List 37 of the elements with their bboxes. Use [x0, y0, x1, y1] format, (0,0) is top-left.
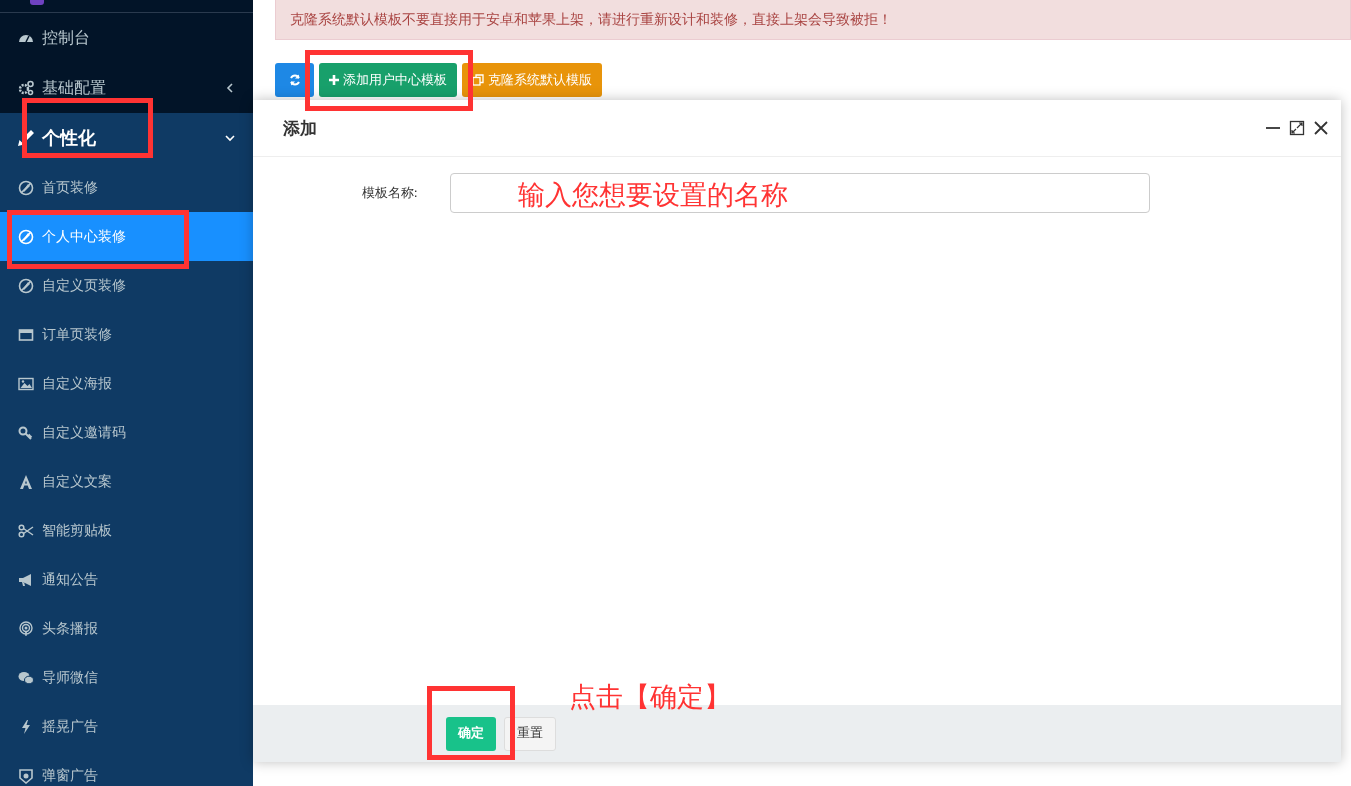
key-icon	[18, 424, 34, 441]
window-icon	[18, 326, 34, 343]
copy-icon	[472, 74, 484, 86]
maximize-icon[interactable]	[1289, 120, 1305, 136]
sidebar-item[interactable]: 自定义邀请码	[0, 408, 253, 457]
sidebar-item[interactable]: 自定义页装修	[0, 261, 253, 310]
refresh-icon	[288, 74, 301, 86]
scissors-icon	[18, 522, 34, 539]
sidebar-item[interactable]: 自定义文案	[0, 457, 253, 506]
chat-icon	[18, 669, 34, 686]
sidebar-item[interactable]: 自定义海报	[0, 359, 253, 408]
template-name-field[interactable]	[450, 173, 1150, 213]
sidebar-item[interactable]: 弹窗广告	[0, 751, 253, 786]
sidebar-item[interactable]: 首页装修	[0, 163, 253, 212]
sidebar-item[interactable]: 订单页装修	[0, 310, 253, 359]
gears-icon	[18, 80, 34, 96]
annotation-text: 点击【确定】	[569, 680, 731, 714]
sidebar-item[interactable]: 摇晃广告	[0, 702, 253, 751]
shield-icon	[18, 767, 34, 784]
sidebar-item[interactable]: 基础配置	[0, 63, 253, 113]
sidebar-item[interactable]: 智能剪贴板	[0, 506, 253, 555]
plus-icon	[329, 75, 339, 85]
annotation-text: 输入您想要设置的名称	[518, 178, 788, 212]
warning-alert: 克隆系统默认模板不要直接用于安卓和苹果上架，请进行重新设计和装修，直接上架会导致被拒！	[275, 0, 1351, 40]
podcast-icon	[18, 620, 34, 637]
field-label: 模板名称:	[360, 184, 418, 202]
font-icon	[18, 473, 34, 490]
brush-icon	[18, 130, 34, 146]
megaphone-icon	[18, 571, 34, 588]
sidebar-item[interactable]: 通知公告	[0, 555, 253, 604]
logo-icon	[30, 0, 44, 5]
dialog-title: 添加	[283, 116, 318, 140]
sidebar-item[interactable]: 控制台	[0, 13, 253, 63]
close-icon[interactable]	[1313, 120, 1329, 136]
sidebar-item[interactable]: 导师微信	[0, 653, 253, 702]
image-icon	[18, 375, 34, 392]
sidebar-item[interactable]: 头条播报	[0, 604, 253, 653]
